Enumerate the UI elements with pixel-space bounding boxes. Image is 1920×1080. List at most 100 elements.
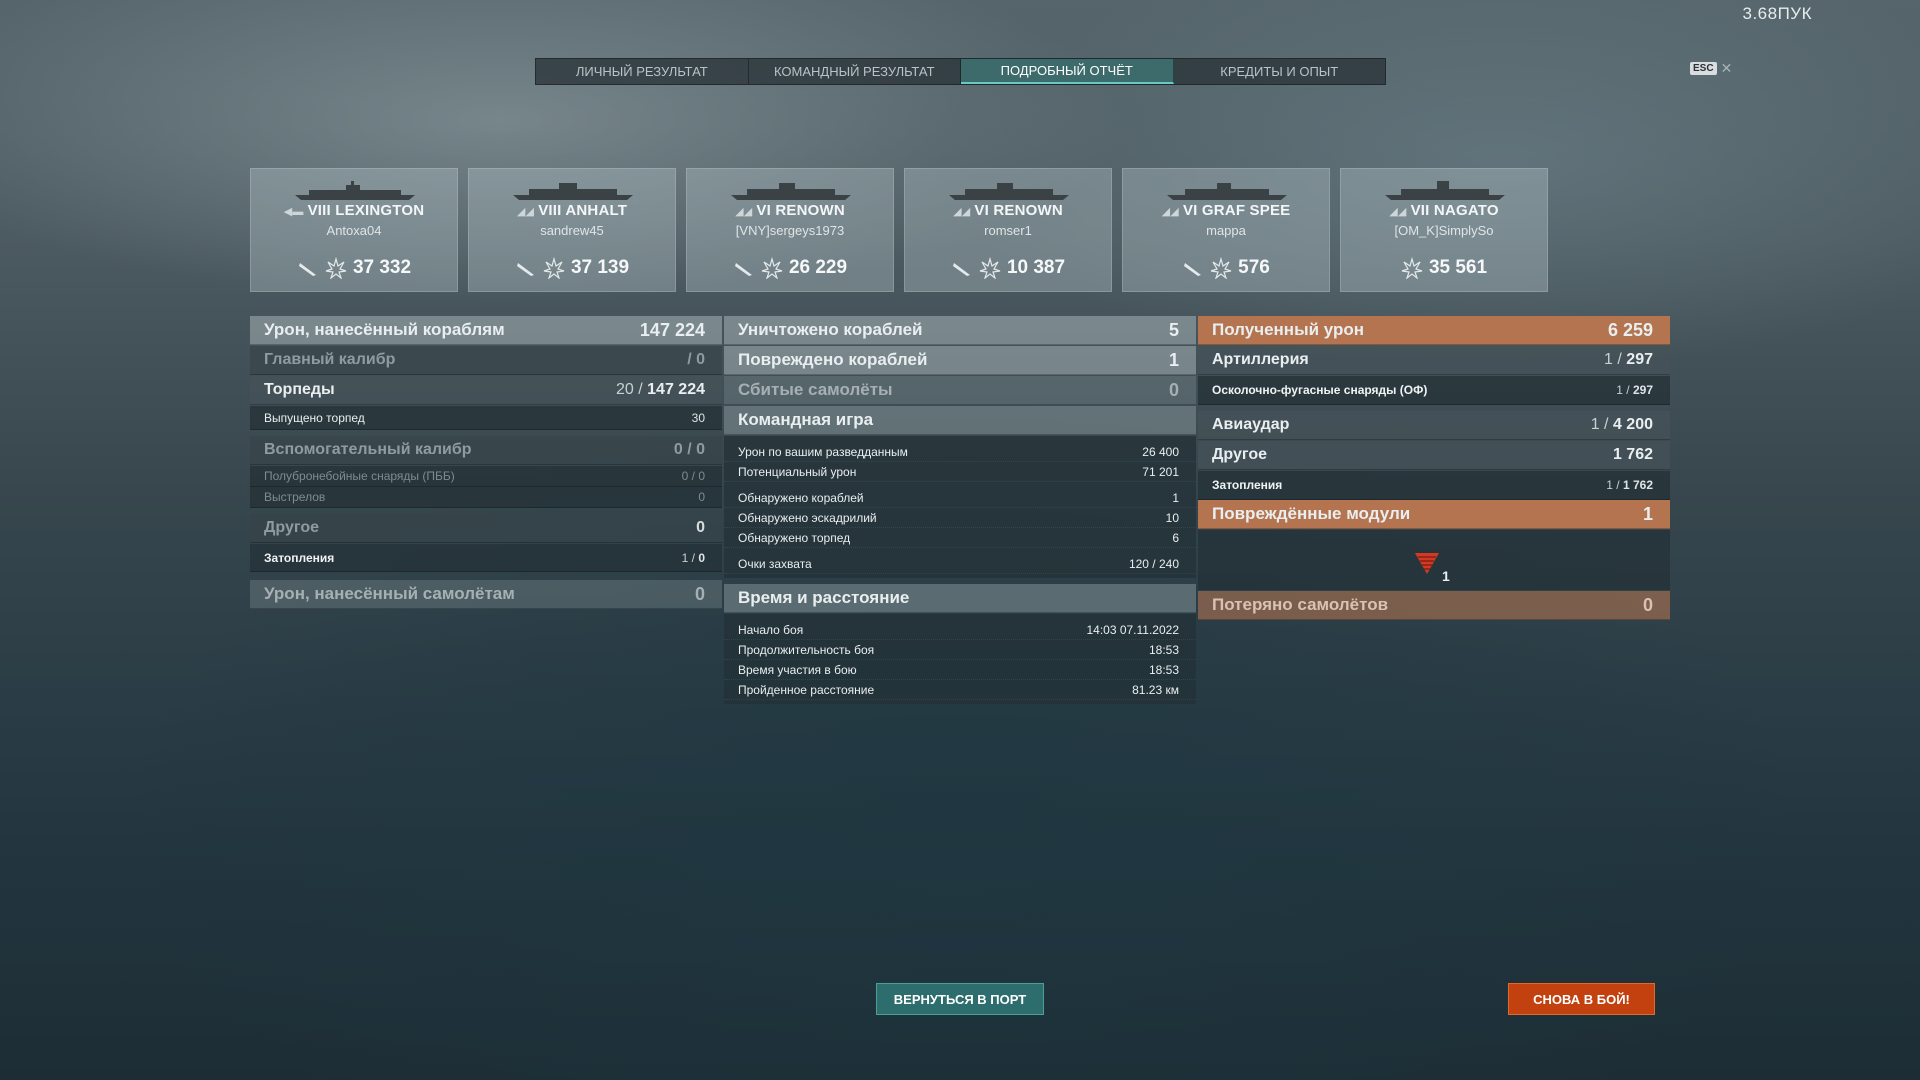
received-damage-value: 6 259 xyxy=(1607,319,1653,340)
tab-detailed-report[interactable]: ПОДРОБНЫЙ ОТЧЁТ xyxy=(961,59,1174,84)
damage-value: 37 139 xyxy=(570,257,630,278)
secondary-caliber-row: Вспомогательный калибр 0 / 0 xyxy=(250,436,722,465)
torpedoes-launched-row: Выпущено торпед 30 xyxy=(250,406,722,430)
damage-received-panel: Полученный урон 6 259 Артиллерия 1 / 297… xyxy=(1198,316,1670,621)
planes-lost-row: Потеряно самолётов 0 xyxy=(1198,591,1670,620)
ship-card[interactable]: ◢◢ VI GRAF SPEE mappa 576 xyxy=(1122,168,1330,292)
flooding-label: Затопления xyxy=(264,550,335,565)
destroyed-ships-row: Уничтожено кораблей 5 xyxy=(724,316,1196,345)
artillery-value: 1 / 297 xyxy=(1604,351,1653,368)
card-stats: 576 xyxy=(1123,257,1329,279)
damage-value: 37 332 xyxy=(352,257,412,278)
planes-lost-label: Потеряно самолётов xyxy=(1212,595,1389,614)
ship-name: ◢◢ VI RENOWN xyxy=(953,202,1063,219)
plane-damage-value: 0 xyxy=(694,583,705,604)
team-play-block: Урон по вашим разведданным 26 400 Потенци… xyxy=(724,436,1196,578)
ap-shells-value: 0 / 0 xyxy=(681,469,705,483)
artillery-row: Артиллерия 1 / 297 xyxy=(1198,346,1670,375)
card-stats: 37 332 xyxy=(251,257,457,279)
team-play-header: Командная игра xyxy=(724,406,1196,435)
battleship-class-icon: ◢◢ xyxy=(516,206,535,218)
fps-counter: 3.68ПУК xyxy=(1742,4,1812,23)
ship-damage-row: Урон, нанесённый кораблям 147 224 xyxy=(250,316,722,345)
card-stats: 37 139 xyxy=(469,257,675,279)
plane-icon xyxy=(734,263,752,276)
other-damage-value: 0 xyxy=(696,519,705,536)
aircraft-carrier-class-icon: ◀▬ xyxy=(283,206,304,218)
other-damage-label: Другое xyxy=(264,519,319,536)
artillery-label: Артиллерия xyxy=(1212,351,1309,368)
other-received-value: 1 762 xyxy=(1612,446,1653,463)
ship-damage-label: Урон, нанесённый кораблям xyxy=(264,320,505,339)
close-icon: ✕ xyxy=(1720,60,1733,76)
shots-value: 0 xyxy=(698,490,705,504)
torpedoes-value: 20 / 147 224 xyxy=(616,381,705,398)
damage-icon xyxy=(543,257,565,279)
ap-shells-row: Полубронебойные снаряды (ПББ) 0 / 0 xyxy=(250,466,722,487)
plane-icon xyxy=(1184,263,1202,276)
battle-start-row: Начало боя 14:03 07.11.2022 xyxy=(724,620,1196,640)
torpedoes-launched-value: 30 xyxy=(691,410,705,425)
received-damage-row: Полученный урон 6 259 xyxy=(1198,316,1670,345)
airstrike-row: Авиаудар 1 / 4 200 xyxy=(1198,411,1670,440)
return-to-port-button[interactable]: ВЕРНУТЬСЯ В ПОРТ xyxy=(876,983,1044,1015)
damage-value: 35 561 xyxy=(1428,257,1488,278)
damage-icon xyxy=(325,257,347,279)
ship-card[interactable]: ◢◢ VI RENOWN romser1 10 387 xyxy=(904,168,1112,292)
ship-card[interactable]: ◢◢ VI RENOWN [VNY]sergeys1973 26 229 xyxy=(686,168,894,292)
damaged-modules-value: 1 xyxy=(1642,503,1653,524)
plane-icon xyxy=(952,263,970,276)
shots-label: Выстрелов xyxy=(264,490,326,504)
ship-card[interactable]: ◀▬ VIII LEXINGTON Antoxa04 37 332 xyxy=(250,168,458,292)
tab-credits-xp[interactable]: КРЕДИТЫ И ОПЫТ xyxy=(1174,59,1386,84)
damaged-modules-label: Повреждённые модули xyxy=(1212,504,1411,523)
ship-card[interactable]: ◢◢ VII NAGATO [OM_K]SimplySo 35 561 xyxy=(1340,168,1548,292)
airstrike-label: Авиаудар xyxy=(1212,416,1290,433)
time-distance-header: Время и расстояние xyxy=(724,584,1196,613)
capture-points-row: Очки захвата 120 / 240 xyxy=(724,554,1196,574)
airstrike-value: 1 / 4 200 xyxy=(1590,416,1653,433)
ship-cards: ◀▬ VIII LEXINGTON Antoxa04 37 332 ◢◢ VIII … xyxy=(250,168,1548,292)
battleship-class-icon: ◢◢ xyxy=(1389,206,1407,218)
he-shells-label: Осколочно-фугасные снаряды (ОФ) xyxy=(1212,383,1428,397)
distance-row: Пройденное расстояние 81.23 км xyxy=(724,680,1196,700)
ship-name: ◢◢ VII NAGATO xyxy=(1389,202,1499,219)
flooding-value: 1 / 0 xyxy=(681,550,705,565)
card-stats: 10 387 xyxy=(905,257,1111,279)
torpedoes-row: Торпеды 20 / 147 224 xyxy=(250,376,722,405)
ship-name: ◀▬ VIII LEXINGTON xyxy=(283,202,425,219)
close-button[interactable]: ESC ✕ xyxy=(1690,60,1732,77)
tab-personal-result[interactable]: ЛИЧНЫЙ РЕЗУЛЬТАТ xyxy=(536,59,749,84)
combat-summary-panel: Уничтожено кораблей 5 Повреждено корабле… xyxy=(724,316,1196,704)
battleship-class-icon: ◢◢ xyxy=(1161,206,1179,218)
potential-damage-row: Потенциальный урон 71 201 xyxy=(724,462,1196,482)
time-distance-title: Время и расстояние xyxy=(738,588,910,607)
card-stats: 35 561 xyxy=(1341,257,1547,279)
ap-shells-label: Полубронебойные снаряды (ПББ) xyxy=(264,469,455,483)
he-shells-row: Осколочно-фугасные снаряды (ОФ) 1 / 297 xyxy=(1198,376,1670,405)
plane-damage-row: Урон, нанесённый самолётам 0 xyxy=(250,580,722,609)
battle-again-button[interactable]: СНОВА В БОЙ! xyxy=(1508,983,1655,1015)
planes-lost-value: 0 xyxy=(1642,594,1653,615)
tab-team-result[interactable]: КОМАНДНЫЙ РЕЗУЛЬТАТ xyxy=(749,59,961,84)
time-distance-block: Начало боя 14:03 07.11.2022 Продолжительн… xyxy=(724,614,1196,704)
player-name: romser1 xyxy=(984,223,1032,238)
ship-silhouette-icon xyxy=(731,183,851,200)
battle-duration-row: Продолжительность боя 18:53 xyxy=(724,640,1196,660)
planes-shot-value: 0 xyxy=(1168,379,1179,400)
damaged-ships-row: Повреждено кораблей 1 xyxy=(724,346,1196,375)
damage-icon xyxy=(1210,257,1232,279)
squadrons-spotted-row: Обнаружено эскадрилий 10 xyxy=(724,508,1196,528)
main-caliber-label: Главный калибр xyxy=(264,351,396,368)
damage-icon xyxy=(761,257,783,279)
ship-silhouette-icon xyxy=(1167,183,1287,200)
ship-name: ◢◢ VI GRAF SPEE xyxy=(1161,202,1291,219)
player-name: [OM_K]SimplySo xyxy=(1394,223,1494,238)
damaged-module-icon[interactable] xyxy=(1413,550,1441,576)
participation-time-row: Время участия в бою 18:53 xyxy=(724,660,1196,680)
damage-value: 26 229 xyxy=(788,257,848,278)
planes-shot-row: Сбитые самолёты 0 xyxy=(724,376,1196,405)
torpedoes-spotted-row: Обнаружено торпед 6 xyxy=(724,528,1196,548)
ship-card[interactable]: ◢◢ VIII ANHALT sandrew45 37 139 xyxy=(468,168,676,292)
battleship-class-icon: ◢◢ xyxy=(735,206,753,218)
